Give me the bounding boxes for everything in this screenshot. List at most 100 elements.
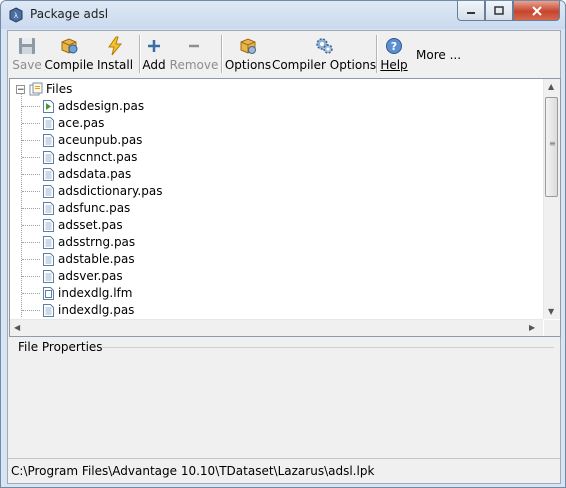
tree-connector [22,208,40,209]
tree-connector [22,174,40,175]
tree-connector [22,242,40,243]
lazarus-icon: λ [9,7,23,23]
save-label: Save [12,58,42,72]
tree-file-item[interactable]: adsdictionary.pas [43,183,162,199]
tree-file-item[interactable]: aceunpub.pas [43,132,142,148]
install-button[interactable]: Install [97,34,133,74]
install-label: Install [96,58,134,72]
tree-file-item[interactable]: indexdlg.pas [43,302,134,318]
tree-connector [22,106,40,107]
minimize-icon [467,11,475,14]
file-properties-panel: File Properties [8,338,560,456]
tree-connector [22,140,40,141]
tree-file-label: adsstrng.pas [58,235,136,249]
tree-file-item[interactable]: adsdesign.pas [43,98,144,114]
pascal-file-icon [43,235,54,249]
scroll-down-icon[interactable]: ▼ [548,307,554,316]
tree-connector [22,225,40,226]
tree-file-label: aceunpub.pas [58,133,143,147]
title-bar[interactable]: λ Package adsl [1,1,565,29]
svg-text:?: ? [391,40,397,53]
tree-file-item[interactable]: adsdata.pas [43,166,131,182]
status-bar: C:\Program Files\Advantage 10.10\TDatase… [8,458,560,483]
pascal-file-icon [43,116,54,130]
tree-file-item[interactable]: adsfunc.pas [43,200,130,216]
tree-file-item[interactable]: indexdlg.lfm [43,285,132,301]
tree-file-item[interactable]: adsver.pas [43,268,123,284]
close-icon [531,5,542,16]
options-button[interactable]: Options [224,34,272,74]
tree-file-label: adsset.pas [58,218,123,232]
vertical-scrollbar[interactable]: ▲ ≡ ▼ [543,79,560,319]
toolbar-separator [376,35,378,73]
tree-file-label: ace.pas [58,116,105,130]
minus-icon [189,44,199,48]
window-controls [457,1,560,21]
collapse-icon[interactable]: − [16,84,25,94]
compiler-options-button[interactable]: Compiler Options [272,34,376,74]
tree-file-item[interactable]: ace.pas [43,115,104,131]
pascal-file-icon [43,167,54,181]
scrollbar-corner [544,320,560,336]
scroll-left-icon[interactable]: ◀ [14,323,20,332]
tree-connector [22,293,40,294]
plus-icon [148,40,160,52]
form-file-icon [43,286,54,300]
tree-file-label: indexdlg.pas [58,303,135,317]
tree-file-label: indexdlg.lfm [58,286,133,300]
save-button[interactable]: Save [12,34,42,74]
tree-file-label: adsver.pas [58,269,123,283]
add-label: Add [142,58,166,72]
options-label: Options [224,58,272,72]
file-properties-title: File Properties [18,340,103,354]
tree-root-files[interactable]: − Files [16,81,72,97]
tree-file-label: adstable.pas [58,252,135,266]
minimize-button[interactable] [457,1,485,21]
add-button[interactable]: Add [142,34,166,74]
properties-divider [102,347,554,348]
compile-button[interactable]: Compile [44,34,94,74]
help-button[interactable]: ? Help [380,34,408,74]
pascal-file-icon [43,252,54,266]
lightning-icon [108,36,123,56]
tree-file-item[interactable]: adsstrng.pas [43,234,135,250]
tree-file-item[interactable]: adstable.pas [43,251,135,267]
tree-file-label: adscnnct.pas [58,150,138,164]
remove-button[interactable]: Remove [169,34,219,74]
toolbar-separator [139,35,141,73]
files-folder-icon [29,82,43,96]
vertical-scroll-thumb[interactable]: ≡ [545,97,558,197]
package-path: C:\Program Files\Advantage 10.10\TDatase… [11,464,375,478]
tree-connector [22,157,40,158]
pascal-file-icon [43,184,54,198]
toolbar-separator [221,35,223,73]
maximize-icon [494,6,504,15]
help-icon: ? [386,38,402,54]
compiler-options-label: Compiler Options [271,58,377,72]
maximize-button[interactable] [485,1,513,21]
scroll-up-icon[interactable]: ▲ [548,82,554,91]
pascal-file-icon [43,201,54,215]
package-window: λ Package adsl Save Compile Install Add … [0,0,566,488]
tree-file-label: adsdictionary.pas [58,184,163,198]
window-title: Package adsl [30,7,109,21]
more-button[interactable]: More ... [416,48,461,62]
tree-file-label: adsdesign.pas [58,99,145,113]
pascal-file-icon [43,269,54,283]
tree-file-item[interactable]: adscnnct.pas [43,149,137,165]
tree-connector [22,276,40,277]
tree-connector [21,93,22,317]
pascal-file-icon [43,303,54,317]
remove-label: Remove [169,58,219,72]
horizontal-scrollbar[interactable]: ◀ ▶ [10,319,543,336]
pascal-file-icon [43,150,54,164]
pascal-file-icon [43,133,54,147]
files-tree[interactable]: − Files adsdesign.pas ace.pas aceunpub.pas… [9,78,561,337]
scroll-right-icon[interactable]: ▶ [529,323,535,332]
tree-connector [22,191,40,192]
tree-file-item[interactable]: adsset.pas [43,217,123,233]
floppy-disk-icon [19,38,35,54]
gears-icon [316,38,333,54]
compile-icon [61,38,78,54]
close-button[interactable] [513,1,560,21]
